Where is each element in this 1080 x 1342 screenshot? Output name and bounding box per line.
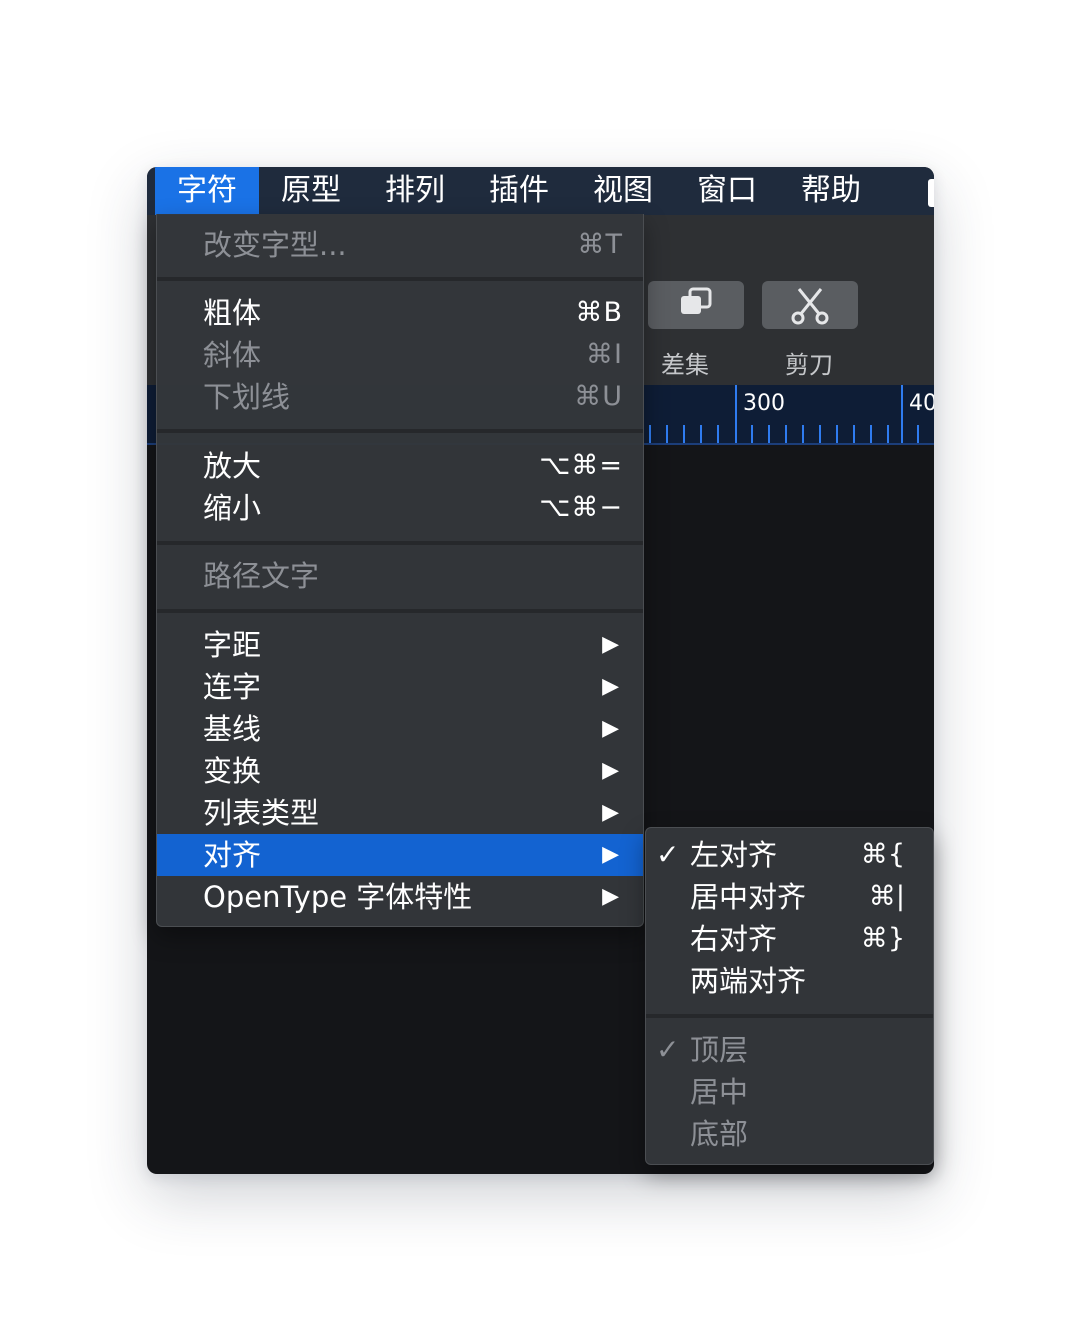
submenu-item-label: 顶层 (690, 1033, 749, 1067)
menu-item-text-on-path[interactable]: 路径文字 (157, 555, 643, 597)
submenu-item-align-center[interactable]: 居中对齐 ⌘| (646, 876, 933, 918)
submenu-item-shortcut: ⌘| (868, 881, 905, 912)
menu-item-smaller[interactable]: 缩小 ⌥⌘− (157, 487, 643, 529)
ruler-minor-ticks (649, 425, 919, 443)
menu-item-label: 下划线 (203, 380, 291, 414)
submenu-item-shortcut: ⌘} (860, 923, 905, 954)
menu-item-label: 连字 (203, 670, 262, 704)
menubar-item-window[interactable]: 窗口 (675, 167, 779, 215)
submenu-arrow-icon: ▶ (602, 674, 619, 699)
menu-item-alignment[interactable]: 对齐 ▶ (157, 834, 643, 876)
text-menu-dropdown: 改变字型... ⌘T 粗体 ⌘B 斜体 ⌘I 下划线 ⌘U 放大 ⌥⌘= 缩小 … (156, 214, 644, 927)
menu-separator (157, 277, 643, 281)
menu-item-label: 改变字型... (203, 228, 347, 262)
alignment-submenu: ✓ 左对齐 ⌘{ 居中对齐 ⌘| 右对齐 ⌘} 两端对齐 ✓ 顶层 居中 底部 (645, 827, 934, 1165)
menu-separator (157, 609, 643, 613)
submenu-arrow-icon: ▶ (602, 842, 619, 867)
menubar-item-plugins[interactable]: 插件 (467, 167, 571, 215)
menu-item-label: OpenType 字体特性 (203, 880, 473, 914)
menu-item-label: 字距 (203, 628, 262, 662)
menu-item-italic[interactable]: 斜体 ⌘I (157, 334, 643, 376)
menubar-edge (928, 179, 934, 207)
submenu-arrow-icon: ▶ (602, 632, 619, 657)
menu-separator (157, 541, 643, 545)
difference-label: 差集 (661, 351, 709, 379)
submenu-item-bottom[interactable]: 底部 (646, 1113, 933, 1155)
menu-item-label: 对齐 (203, 838, 262, 872)
submenu-item-label: 右对齐 (690, 922, 778, 956)
submenu-item-label: 底部 (690, 1117, 749, 1151)
menu-separator (646, 1014, 933, 1018)
ruler-label-400: 40 (909, 391, 934, 416)
difference-icon (681, 287, 712, 314)
submenu-item-label: 两端对齐 (690, 964, 807, 998)
menu-item-label: 放大 (203, 449, 262, 483)
submenu-item-middle[interactable]: 居中 (646, 1071, 933, 1113)
submenu-item-label: 居中对齐 (690, 880, 807, 914)
menu-item-underline[interactable]: 下划线 ⌘U (157, 376, 643, 418)
scissors-icon (791, 288, 829, 325)
menu-item-label: 粗体 (203, 296, 262, 330)
menu-item-shortcut: ⌘B (575, 297, 623, 328)
menu-separator (157, 429, 643, 433)
menu-item-shortcut: ⌘I (586, 339, 623, 370)
scissors-label: 剪刀 (785, 351, 833, 379)
menu-item-list-type[interactable]: 列表类型 ▶ (157, 792, 643, 834)
menu-item-label: 列表类型 (203, 796, 320, 830)
menu-item-label: 基线 (203, 712, 262, 746)
menu-item-bigger[interactable]: 放大 ⌥⌘= (157, 445, 643, 487)
difference-button[interactable] (648, 281, 744, 329)
menubar-item-help[interactable]: 帮助 (779, 167, 883, 215)
submenu-arrow-icon: ▶ (602, 716, 619, 741)
submenu-arrow-icon: ▶ (602, 884, 619, 909)
menu-item-change-font[interactable]: 改变字型... ⌘T (157, 224, 643, 266)
submenu-item-top[interactable]: ✓ 顶层 (646, 1029, 933, 1071)
checkmark-icon: ✓ (656, 838, 680, 871)
submenu-arrow-icon: ▶ (602, 800, 619, 825)
menu-item-baseline[interactable]: 基线 ▶ (157, 708, 643, 750)
menubar-item-text[interactable]: 字符 (155, 167, 259, 215)
ruler-label-300: 300 (743, 391, 785, 416)
submenu-item-label: 左对齐 (690, 838, 778, 872)
submenu-item-align-left[interactable]: ✓ 左对齐 ⌘{ (646, 834, 933, 876)
menu-item-label: 变换 (203, 754, 262, 788)
menu-bar: 字符 原型 排列 插件 视图 窗口 帮助 (147, 167, 934, 215)
submenu-item-justify[interactable]: 两端对齐 (646, 960, 933, 1002)
menu-item-label: 缩小 (203, 491, 262, 525)
menubar-item-view[interactable]: 视图 (571, 167, 675, 215)
menu-item-label: 斜体 (203, 338, 262, 372)
menu-item-shortcut: ⌥⌘− (539, 492, 623, 523)
scissors-button[interactable] (762, 281, 858, 329)
submenu-arrow-icon: ▶ (602, 758, 619, 783)
menu-item-shortcut: ⌥⌘= (539, 450, 623, 481)
menu-item-bold[interactable]: 粗体 ⌘B (157, 292, 643, 334)
menu-item-label: 路径文字 (203, 559, 320, 593)
menu-item-transform[interactable]: 变换 ▶ (157, 750, 643, 792)
submenu-item-label: 居中 (690, 1075, 749, 1109)
submenu-item-align-right[interactable]: 右对齐 ⌘} (646, 918, 933, 960)
menu-item-kerning[interactable]: 字距 ▶ (157, 624, 643, 666)
menu-item-ligature[interactable]: 连字 ▶ (157, 666, 643, 708)
menu-item-opentype[interactable]: OpenType 字体特性 ▶ (157, 876, 643, 918)
menubar-item-arrange[interactable]: 排列 (363, 167, 467, 215)
menu-item-shortcut: ⌘U (574, 381, 623, 412)
checkmark-icon: ✓ (656, 1033, 680, 1066)
menu-item-shortcut: ⌘T (577, 229, 623, 260)
menubar-item-prototype[interactable]: 原型 (259, 167, 363, 215)
submenu-item-shortcut: ⌘{ (860, 839, 905, 870)
